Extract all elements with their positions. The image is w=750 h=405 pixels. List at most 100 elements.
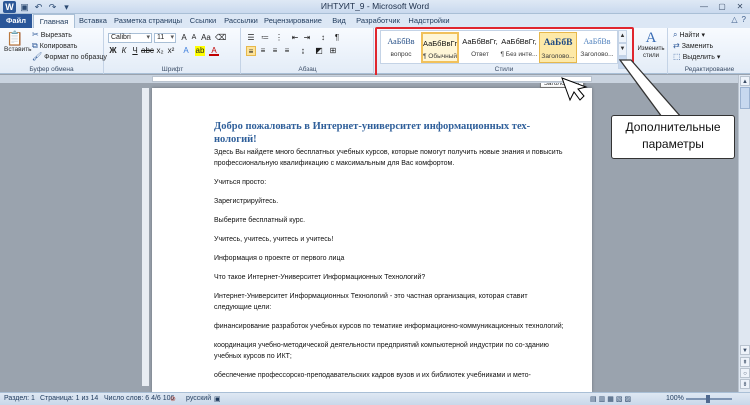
doc-paragraph[interactable]: обеспечение профессорско-преподавательск… [214, 370, 564, 381]
prev-page-icon[interactable]: ⇞ [740, 357, 750, 367]
change-case-icon[interactable]: Aa [201, 33, 211, 43]
scroll-down-icon[interactable]: ▼ [740, 345, 750, 355]
underline-icon[interactable]: Ч [130, 46, 140, 56]
italic-icon[interactable]: К [119, 46, 129, 56]
doc-paragraph[interactable]: Что такое Интернет-Университет Информаци… [214, 272, 564, 283]
gallery-up-icon[interactable]: ▲ [618, 30, 627, 43]
ribbon-right-controls: △ ? [731, 15, 746, 24]
decrease-indent-icon[interactable]: ⇤ [290, 33, 300, 43]
editing-group: ⌕ Найти ▾ ⇄ Заменить ⬚ Выделить ▾ Редакт… [669, 28, 750, 74]
editing-group-label: Редактирование [684, 66, 735, 73]
chevron-down-icon: ▾ [716, 54, 721, 61]
format-painter-button[interactable]: 🖌 Формат по образцу [32, 52, 107, 62]
gallery-down-icon[interactable]: ▼ [618, 43, 627, 56]
font-size-combo[interactable]: 11 [154, 33, 176, 43]
tab-developer[interactable]: Разработчик [354, 14, 402, 28]
tab-insert[interactable]: Вставка [76, 14, 110, 28]
tab-file[interactable]: Файл [0, 14, 32, 28]
superscript-icon[interactable]: x² [166, 46, 176, 56]
macro-icon[interactable]: ▣ [214, 395, 221, 403]
clear-format-icon[interactable]: ⌫ [215, 33, 226, 43]
zoom-slider[interactable] [686, 395, 732, 403]
style-normal[interactable]: АаБбВвГг, ¶ Обычный [421, 32, 459, 63]
doc-paragraph[interactable]: Информация о проекте от первого лица [214, 253, 564, 264]
align-right-icon[interactable]: ≡ [270, 46, 280, 56]
doc-paragraph[interactable]: Интернет-Университет Информационных Техн… [214, 291, 564, 313]
status-words[interactable]: Число слов: 6 4/6 106 [104, 395, 174, 402]
style-no-spacing[interactable]: АаБбВвГг, ¶ Без инте... [500, 32, 538, 63]
document-page[interactable]: Добро пожаловать в Интернет-университет … [152, 88, 592, 392]
shading-icon[interactable]: ◩ [314, 46, 324, 56]
borders-icon[interactable]: ⊞ [328, 46, 338, 56]
status-section[interactable]: Раздел: 1 [4, 395, 35, 402]
view-buttons[interactable]: ▤▥▦▧▨ [590, 395, 633, 403]
doc-paragraph[interactable]: Зарегистрируйтесь. [214, 196, 564, 207]
doc-paragraph[interactable]: Учиться просто: [214, 177, 564, 188]
proofing-icon[interactable]: ⊘ [170, 395, 176, 403]
document-body[interactable]: Добро пожаловать в Интернет-университет … [214, 120, 564, 389]
close-icon[interactable]: ✕ [732, 1, 748, 12]
scroll-up-icon[interactable]: ▲ [740, 76, 750, 86]
paste-button[interactable]: 📋 Вставить [4, 30, 32, 53]
justify-icon[interactable]: ≡ [282, 46, 292, 56]
doc-paragraph[interactable]: Здесь Вы найдете много бесплатных учебны… [214, 147, 564, 169]
style-answer[interactable]: АаБбВвГг, Ответ [461, 32, 499, 63]
tab-references[interactable]: Ссылки [186, 14, 220, 28]
document-heading[interactable]: Добро пожаловать в Интернет-университет … [214, 120, 564, 146]
text-effects-icon[interactable]: A [181, 46, 191, 56]
pilcrow-icon[interactable]: ¶ [332, 33, 342, 43]
cut-button[interactable]: ✂ Вырезать [32, 30, 72, 40]
style-question[interactable]: АаБбВв вопрос [382, 32, 420, 63]
tab-home[interactable]: Главная [33, 14, 75, 28]
multilevel-list-icon[interactable]: ⋮ [274, 33, 284, 43]
change-styles-button[interactable]: A Изменить стили [636, 30, 666, 60]
shrink-font-icon[interactable]: A [189, 33, 199, 43]
minimize-icon[interactable]: — [696, 1, 712, 12]
doc-paragraph[interactable]: Выберите бесплатный курс. [214, 215, 564, 226]
tab-view[interactable]: Вид [328, 14, 350, 28]
grow-font-icon[interactable]: A [179, 33, 189, 43]
gallery-more-icon[interactable]: ▾ [618, 56, 627, 69]
find-button[interactable]: ⌕ Найти ▾ [673, 30, 705, 40]
status-page[interactable]: Страница: 1 из 14 [40, 395, 98, 402]
vertical-ruler[interactable] [142, 88, 149, 386]
font-color-icon[interactable]: A [209, 46, 219, 56]
doc-paragraph[interactable]: Учитесь, учитесь, учитесь и учитесь! [214, 234, 564, 245]
numbering-icon[interactable]: ≔ [260, 33, 270, 43]
zoom-level[interactable]: 100% [666, 395, 684, 402]
font-family-combo[interactable]: Calibri [108, 33, 152, 43]
line-spacing-icon[interactable]: ↨ [298, 46, 308, 56]
doc-paragraph[interactable]: координация учебно-методической деятельн… [214, 340, 564, 362]
bold-icon[interactable]: Ж [108, 46, 118, 56]
copy-button[interactable]: ⧉ Копировать [32, 41, 77, 51]
tab-review[interactable]: Рецензирование [262, 14, 324, 28]
select-button[interactable]: ⬚ Выделить ▾ [673, 52, 720, 62]
browse-object-icon[interactable]: ○ [740, 368, 750, 378]
doc-paragraph[interactable]: финансирование разработок учебных курсов… [214, 321, 564, 332]
minimize-ribbon-icon[interactable]: △ [731, 15, 737, 24]
style-heading-2[interactable]: АаБбВв Заголово... [578, 32, 616, 63]
highlight-icon[interactable]: ab [195, 46, 205, 56]
font-group: Calibri 11 A A Aa ⌫ Ж К Ч abc x₂ x² A ab… [105, 28, 241, 74]
tab-page-layout[interactable]: Разметка страницы [112, 14, 184, 28]
style-heading-1[interactable]: АаБбВ Заголово... [539, 32, 577, 63]
replace-button[interactable]: ⇄ Заменить [673, 41, 713, 51]
change-styles-icon: A [645, 30, 657, 46]
status-language[interactable]: русский [186, 395, 211, 402]
horizontal-ruler[interactable] [152, 76, 592, 82]
tab-mailings[interactable]: Рассылки [222, 14, 260, 28]
next-page-icon[interactable]: ⇟ [740, 379, 750, 389]
help-icon[interactable]: ? [742, 15, 746, 24]
bullets-icon[interactable]: ☰ [246, 33, 256, 43]
zoom-slider-knob[interactable] [706, 395, 710, 403]
subscript-icon[interactable]: x₂ [155, 46, 165, 56]
maximize-icon[interactable]: ▢ [714, 1, 730, 12]
vertical-scrollbar[interactable]: ▲ ▼ ⇞ ○ ⇟ [738, 75, 750, 392]
strikethrough-icon[interactable]: abc [141, 46, 154, 56]
scroll-thumb[interactable] [740, 87, 750, 109]
increase-indent-icon[interactable]: ⇥ [302, 33, 312, 43]
sort-icon[interactable]: ↕ [318, 33, 328, 43]
align-left-icon[interactable]: ≡ [246, 46, 256, 56]
align-center-icon[interactable]: ≡ [258, 46, 268, 56]
tab-addins[interactable]: Надстройки [406, 14, 452, 28]
